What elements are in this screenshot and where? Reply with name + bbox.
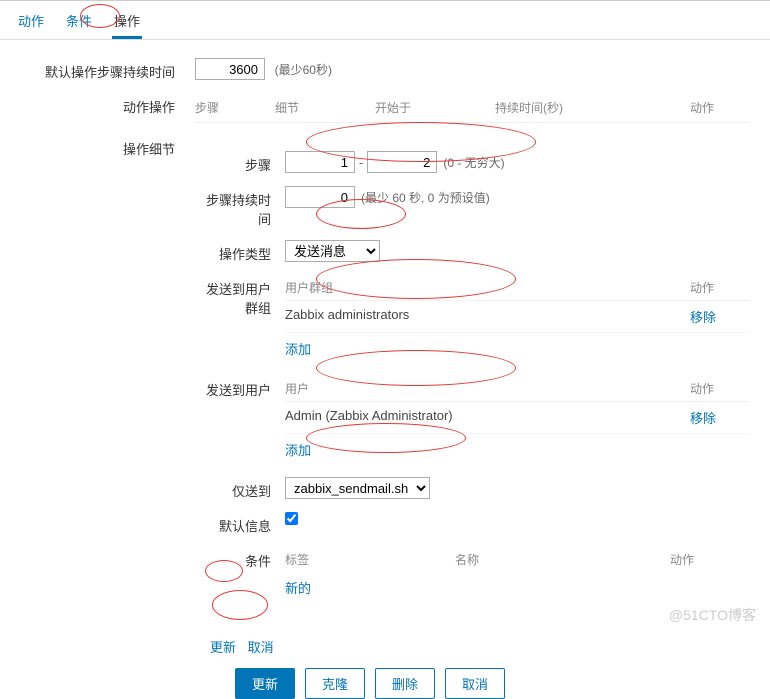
step-label: 步骤 bbox=[195, 151, 285, 174]
operation-type-label: 操作类型 bbox=[195, 240, 285, 263]
default-duration-input[interactable] bbox=[195, 58, 265, 80]
tab-condition[interactable]: 条件 bbox=[64, 7, 94, 39]
group-name: Zabbix administrators bbox=[285, 307, 690, 326]
bottom-button-bar: 更新 克隆 删除 取消 bbox=[20, 668, 750, 699]
tab-operation[interactable]: 操作 bbox=[112, 7, 142, 39]
default-message-checkbox[interactable] bbox=[285, 512, 298, 525]
th-detail: 细节 bbox=[275, 99, 375, 116]
step-to-input[interactable] bbox=[367, 151, 437, 173]
step-from-input[interactable] bbox=[285, 151, 355, 173]
remove-group-link[interactable]: 移除 bbox=[690, 307, 716, 326]
default-duration-label: 默认操作步骤持续时间 bbox=[20, 58, 195, 81]
tab-action[interactable]: 动作 bbox=[16, 7, 46, 39]
step-duration-input[interactable] bbox=[285, 186, 355, 208]
new-condition-link[interactable]: 新的 bbox=[285, 572, 311, 599]
cancel-link[interactable]: 取消 bbox=[248, 637, 274, 656]
only-send-label: 仅送到 bbox=[195, 477, 285, 500]
watermark: @51CTO博客 bbox=[669, 605, 756, 625]
send-users-head-left: 用户 bbox=[285, 380, 690, 397]
send-users-head-right: 动作 bbox=[690, 380, 750, 397]
action-operation-header: 步骤 细节 开始于 持续时间(秒) 动作 bbox=[195, 93, 750, 123]
step-duration-label: 步骤持续时间 bbox=[195, 186, 285, 228]
th-action: 动作 bbox=[690, 99, 750, 116]
add-group-link[interactable]: 添加 bbox=[285, 333, 311, 360]
update-link[interactable]: 更新 bbox=[210, 637, 236, 656]
clone-button[interactable]: 克隆 bbox=[305, 668, 365, 699]
tab-bar: 动作 条件 操作 bbox=[0, 1, 770, 40]
default-message-label: 默认信息 bbox=[195, 512, 285, 535]
operation-type-select[interactable]: 发送消息 bbox=[285, 240, 380, 262]
cond-head-tag: 标签 bbox=[285, 551, 455, 568]
operation-details-label: 操作细节 bbox=[20, 135, 195, 158]
table-row: Admin (Zabbix Administrator) 移除 bbox=[285, 402, 750, 434]
cond-head-name: 名称 bbox=[455, 551, 670, 568]
default-duration-hint: (最少60秒) bbox=[275, 63, 332, 77]
update-button[interactable]: 更新 bbox=[235, 668, 295, 699]
th-duration: 持续时间(秒) bbox=[495, 99, 690, 116]
only-send-select[interactable]: zabbix_sendmail.sh bbox=[285, 477, 430, 499]
send-groups-head-right: 动作 bbox=[690, 279, 750, 296]
conditions-label: 条件 bbox=[195, 547, 285, 570]
add-user-link[interactable]: 添加 bbox=[285, 434, 311, 461]
step-hint: (0 - 无穷大) bbox=[443, 154, 504, 171]
th-step: 步骤 bbox=[195, 99, 275, 116]
send-groups-label: 发送到用户群组 bbox=[195, 275, 285, 317]
cancel-button[interactable]: 取消 bbox=[445, 668, 505, 699]
th-start: 开始于 bbox=[375, 99, 495, 116]
send-users-label: 发送到用户 bbox=[195, 376, 285, 399]
step-duration-hint: (最少 60 秒, 0 为预设值) bbox=[361, 189, 490, 206]
remove-user-link[interactable]: 移除 bbox=[690, 408, 716, 427]
delete-button[interactable]: 删除 bbox=[375, 668, 435, 699]
table-row: Zabbix administrators 移除 bbox=[285, 301, 750, 333]
user-name: Admin (Zabbix Administrator) bbox=[285, 408, 690, 427]
send-groups-head-left: 用户群组 bbox=[285, 279, 690, 296]
action-operation-label: 动作操作 bbox=[20, 93, 195, 116]
cond-head-action: 动作 bbox=[670, 551, 750, 568]
